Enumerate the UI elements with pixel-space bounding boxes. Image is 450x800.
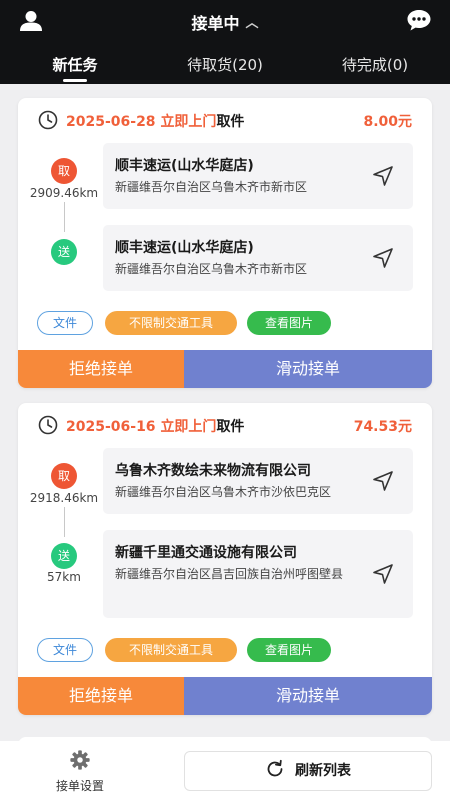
tag-vehicle: 不限制交通工具 (105, 638, 237, 662)
pickup-address-card[interactable]: 顺丰速运(山水华庭店) 新疆维吾尔自治区乌鲁木齐市新市区 (103, 143, 413, 209)
tab-pending-pickup[interactable]: 待取货(20) (150, 50, 300, 84)
top-bar: 接单中 ︿ 新任务 待取货(20) 待完成(0) (0, 0, 450, 84)
clock-icon (38, 415, 58, 435)
chat-icon[interactable] (406, 8, 432, 32)
order-header: 2025-06-28 立即上门取件 8.00元 (18, 98, 432, 140)
order-price: 8.00元 (363, 114, 412, 130)
bottom-bar: 接单设置 刷新列表 (0, 741, 450, 800)
refresh-label: 刷新列表 (295, 763, 351, 779)
order-type: 取件 (216, 419, 245, 435)
gear-icon (70, 750, 90, 770)
reject-order-button[interactable]: 拒绝接单 (18, 350, 184, 388)
chevron-up-icon: ︿ (245, 16, 259, 31)
tag-vehicle: 不限制交通工具 (105, 311, 237, 335)
refresh-list-button[interactable]: 刷新列表 (184, 751, 432, 791)
delivery-badge: 送 (51, 543, 77, 569)
pickup-leg: 取 2918.46km 乌鲁木齐数绘未来物流有限公司 新疆维吾尔自治区乌鲁木齐市… (18, 448, 432, 514)
tag-file: 文件 (37, 638, 93, 662)
delivery-badge: 送 (51, 239, 77, 265)
order-header: 2025-06-16 立即上门取件 74.53元 (18, 403, 432, 445)
page-title[interactable]: 接单中 ︿ (0, 10, 450, 34)
delivery-name: 新疆千里通交通设施有限公司 (115, 545, 297, 561)
order-datetime: 2025-06-16 立即上门取件 (66, 416, 244, 436)
order-tags: 文件 不限制交通工具 查看图片 (37, 638, 337, 662)
view-photo-button[interactable]: 查看图片 (247, 311, 331, 335)
order-type: 取件 (216, 114, 245, 130)
clock-icon (38, 110, 58, 130)
navigate-icon[interactable] (371, 164, 395, 188)
tab-new-tasks[interactable]: 新任务 (0, 50, 150, 84)
delivery-distance: 57km (47, 570, 81, 584)
order-card: 2025-06-28 立即上门取件 8.00元 取 2909.46km 顺丰速运… (18, 98, 432, 388)
order-actions: 拒绝接单 滑动接单 (18, 677, 432, 715)
view-photo-button[interactable]: 查看图片 (247, 638, 331, 662)
navigate-icon[interactable] (371, 469, 395, 493)
pickup-name: 乌鲁木齐数绘未来物流有限公司 (115, 463, 311, 479)
status-title: 接单中 (191, 14, 240, 33)
reject-order-button[interactable]: 拒绝接单 (18, 677, 184, 715)
delivery-leg: 送 57km 新疆千里通交通设施有限公司 新疆维吾尔自治区昌吉回族自治州呼图壁县 (18, 530, 432, 618)
pickup-badge: 取 (51, 463, 77, 489)
order-price: 74.53元 (353, 419, 412, 435)
delivery-leg: 送 顺丰速运(山水华庭店) 新疆维吾尔自治区乌鲁木齐市新市区 (18, 225, 432, 291)
navigate-icon[interactable] (371, 562, 395, 586)
order-time-tag: 立即上门 (160, 114, 217, 130)
order-date: 2025-06-16 (66, 419, 156, 435)
order-time-tag: 立即上门 (160, 419, 217, 435)
delivery-address-card[interactable]: 新疆千里通交通设施有限公司 新疆维吾尔自治区昌吉回族自治州呼图壁县 (103, 530, 413, 618)
pickup-name: 顺丰速运(山水华庭店) (115, 158, 254, 174)
order-tags: 文件 不限制交通工具 查看图片 (37, 311, 337, 335)
order-card: 2025-06-16 立即上门取件 74.53元 取 2918.46km 乌鲁木… (18, 403, 432, 715)
delivery-address: 新疆维吾尔自治区乌鲁木齐市新市区 (115, 262, 308, 276)
delivery-name: 顺丰速运(山水华庭店) (115, 240, 254, 256)
pickup-distance: 2909.46km (29, 186, 99, 200)
pickup-badge: 取 (51, 158, 77, 184)
refresh-icon (267, 759, 283, 777)
delivery-address-card[interactable]: 顺丰速运(山水华庭店) 新疆维吾尔自治区乌鲁木齐市新市区 (103, 225, 413, 291)
navigate-icon[interactable] (371, 246, 395, 270)
pickup-leg: 取 2909.46km 顺丰速运(山水华庭店) 新疆维吾尔自治区乌鲁木齐市新市区 (18, 143, 432, 209)
slide-accept-button[interactable]: 滑动接单 (184, 677, 432, 715)
pickup-address: 新疆维吾尔自治区乌鲁木齐市沙依巴克区 (115, 485, 332, 499)
slide-accept-button[interactable]: 滑动接单 (184, 350, 432, 388)
tab-bar: 新任务 待取货(20) 待完成(0) (0, 50, 450, 84)
tag-file: 文件 (37, 311, 93, 335)
pickup-distance: 2918.46km (29, 491, 99, 505)
order-date: 2025-06-28 (66, 114, 156, 130)
tab-pending-complete[interactable]: 待完成(0) (300, 50, 450, 84)
pickup-address-card[interactable]: 乌鲁木齐数绘未来物流有限公司 新疆维吾尔自治区乌鲁木齐市沙依巴克区 (103, 448, 413, 514)
pickup-address: 新疆维吾尔自治区乌鲁木齐市新市区 (115, 180, 308, 194)
order-settings-button[interactable]: 接单设置 (44, 747, 116, 794)
order-datetime: 2025-06-28 立即上门取件 (66, 111, 244, 131)
settings-label: 接单设置 (55, 779, 104, 793)
delivery-address: 新疆维吾尔自治区昌吉回族自治州呼图壁县 (115, 567, 344, 581)
order-actions: 拒绝接单 滑动接单 (18, 350, 432, 388)
